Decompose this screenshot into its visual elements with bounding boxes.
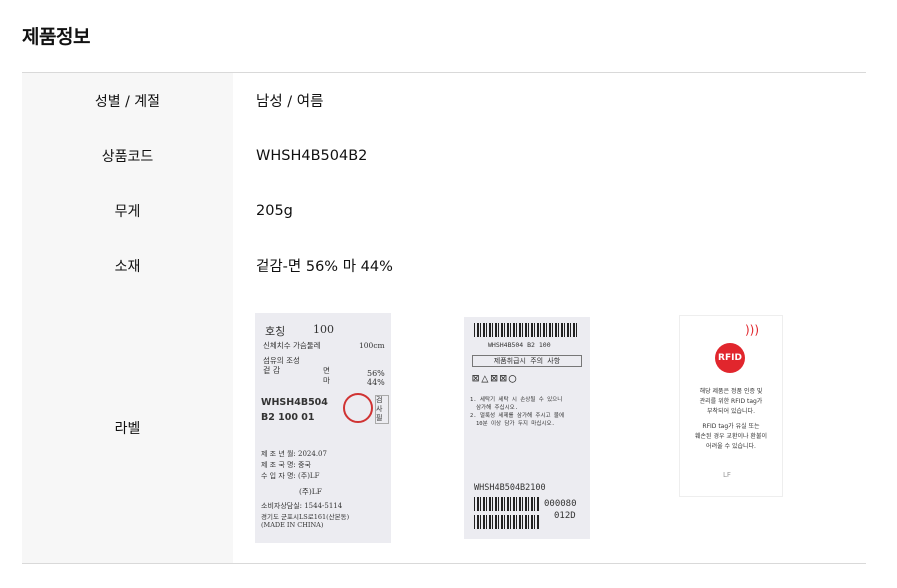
product-info-table: 성별 / 계절 남성 / 여름 상품코드 WHSH4B504B2 무게 205g… (22, 72, 866, 564)
row-label: 무게 (22, 183, 233, 238)
lf-logo: LF (723, 471, 731, 479)
row-label: 상품코드 (22, 128, 233, 183)
barcode-bottom-2 (474, 515, 540, 529)
row-value: WHSH4B504B2 (256, 147, 368, 164)
row-value: 겉감-면 56% 마 44% (256, 259, 393, 275)
row-value: 남성 / 여름 (256, 94, 324, 110)
rfid-badge: RFID (715, 343, 745, 373)
care-label-image-2: WHSH4B504 B2 100 제품취급시 주의 사항 ⊠△⊠⊠◯ 1. 세탁… (464, 317, 590, 539)
care-symbols: ⊠△⊠⊠◯ (472, 371, 519, 385)
label-images: 호칭 100 신체치수 가슴둘레 100cm 섬유의 조성 겉 감 면 56% … (233, 293, 866, 563)
barcode-top (474, 323, 578, 337)
barcode-bottom-1 (474, 497, 540, 511)
section-title: 제품정보 (22, 26, 90, 48)
info-row-product-code: 상품코드 WHSH4B504B2 (22, 128, 866, 183)
care-label-image-1: 호칭 100 신체치수 가슴둘레 100cm 섬유의 조성 겉 감 면 56% … (255, 313, 391, 543)
row-label: 라벨 (22, 293, 233, 563)
row-value: 205g (256, 202, 293, 219)
info-row-gender-season: 성별 / 계절 남성 / 여름 (22, 73, 866, 128)
rfid-label-image: ))) RFID 해당 제품은 정품 인증 및 관리를 위한 RFID tag가… (679, 315, 783, 497)
row-label: 소재 (22, 238, 233, 293)
inspection-stamp (343, 393, 373, 423)
info-row-material: 소재 겉감-면 56% 마 44% (22, 238, 866, 293)
info-row-weight: 무게 205g (22, 183, 866, 238)
signal-icon: ))) (745, 323, 760, 337)
info-row-labels: 라벨 호칭 100 신체치수 가슴둘레 100cm 섬유의 조성 겉 감 면 5… (22, 293, 866, 563)
row-label: 성별 / 계절 (22, 73, 233, 128)
